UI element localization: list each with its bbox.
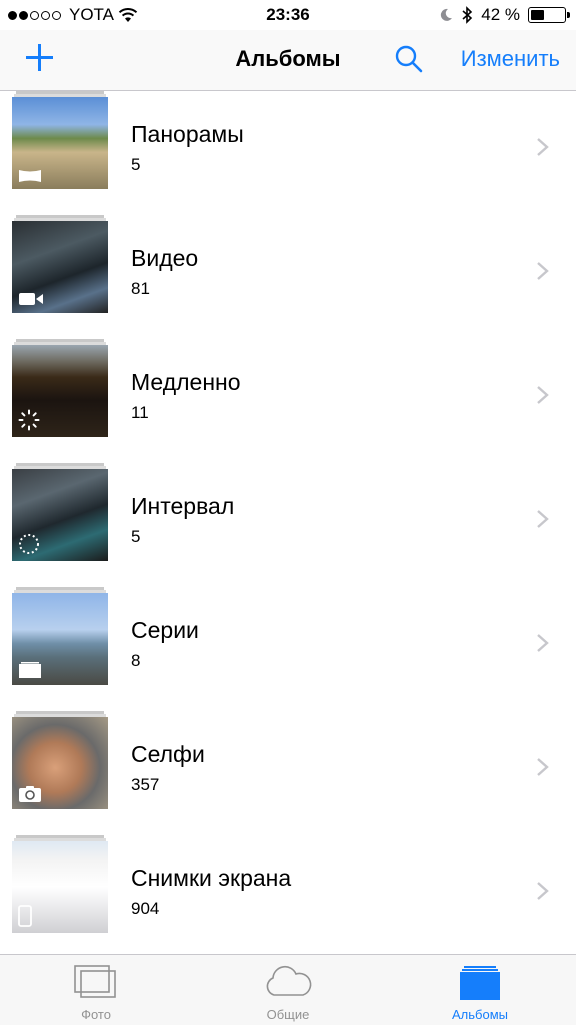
battery-icon: [528, 7, 570, 23]
album-row-video[interactable]: Видео 81: [0, 215, 576, 339]
tab-albums[interactable]: Альбомы: [384, 955, 576, 1025]
album-row-panoramas[interactable]: Панорамы 5: [0, 91, 576, 215]
album-row-time-lapse[interactable]: Интервал 5: [0, 463, 576, 587]
chevron-right-icon: [537, 262, 549, 280]
time-lapse-icon: [19, 534, 39, 554]
album-title: Видео: [131, 245, 199, 271]
cloud-icon: [266, 965, 312, 996]
chevron-right-icon: [537, 510, 549, 528]
album-title: Панорамы: [131, 121, 244, 147]
album-count: 5: [131, 155, 141, 174]
chevron-right-icon: [537, 138, 549, 156]
panorama-icon: [19, 170, 41, 182]
screenshot-icon: [18, 905, 32, 927]
front-camera-icon: [19, 786, 41, 802]
album-row-selfies[interactable]: Селфи 357: [0, 711, 576, 835]
album-title: Селфи: [131, 741, 205, 767]
album-thumbnail: [12, 587, 108, 691]
album-count: 8: [131, 651, 141, 670]
album-title: Серии: [131, 617, 199, 643]
burst-icon: [19, 662, 41, 678]
album-count: 11: [131, 403, 149, 422]
album-thumbnail: [12, 215, 108, 319]
video-camera-icon: [19, 293, 43, 305]
tab-shared[interactable]: Общие: [192, 955, 384, 1025]
search-icon[interactable]: [394, 44, 424, 74]
tab-bar: Фото Общие Альбомы: [0, 954, 576, 1025]
navigation-bar: Альбомы Изменить: [0, 30, 576, 91]
album-row-slow-motion[interactable]: Медленно 11: [0, 339, 576, 463]
do-not-disturb-moon-icon: [441, 8, 453, 21]
status-right: 42 %: [439, 5, 570, 25]
album-list: Панорамы 5 Видео 81 Медленно 11 Интервал…: [0, 91, 576, 953]
battery-percent: 42 %: [481, 5, 520, 24]
albums-icon: [460, 966, 500, 1000]
album-count: 5: [131, 527, 141, 546]
battery-fill: [531, 10, 544, 20]
album-title: Интервал: [131, 493, 235, 519]
album-row-bursts[interactable]: Серии 8: [0, 587, 576, 711]
tab-label: Фото: [81, 1007, 111, 1022]
album-thumbnail: [12, 91, 108, 195]
album-title: Снимки экрана: [131, 865, 292, 891]
slow-motion-icon: [18, 409, 40, 431]
album-count: 904: [131, 899, 160, 918]
album-thumbnail: [12, 339, 108, 443]
chevron-right-icon: [537, 882, 549, 900]
photos-icon: [74, 965, 116, 998]
album-thumbnail: [12, 463, 108, 567]
edit-button[interactable]: Изменить: [461, 46, 560, 72]
album-count: 81: [131, 279, 150, 298]
add-album-button[interactable]: [24, 40, 56, 76]
tab-label: Альбомы: [452, 1007, 508, 1022]
chevron-right-icon: [537, 386, 549, 404]
album-thumbnail: [12, 711, 108, 815]
album-count: 357: [131, 775, 160, 794]
chevron-right-icon: [537, 634, 549, 652]
album-thumbnail: [12, 835, 108, 939]
tab-label: Общие: [266, 1007, 310, 1022]
album-title: Медленно: [131, 369, 241, 395]
status-bar: YOTA 23:36 42 %: [0, 0, 576, 30]
album-row-screenshots[interactable]: Снимки экрана 904: [0, 835, 576, 953]
tab-photos[interactable]: Фото: [0, 955, 192, 1025]
bluetooth-icon: [462, 6, 473, 24]
chevron-right-icon: [537, 758, 549, 776]
